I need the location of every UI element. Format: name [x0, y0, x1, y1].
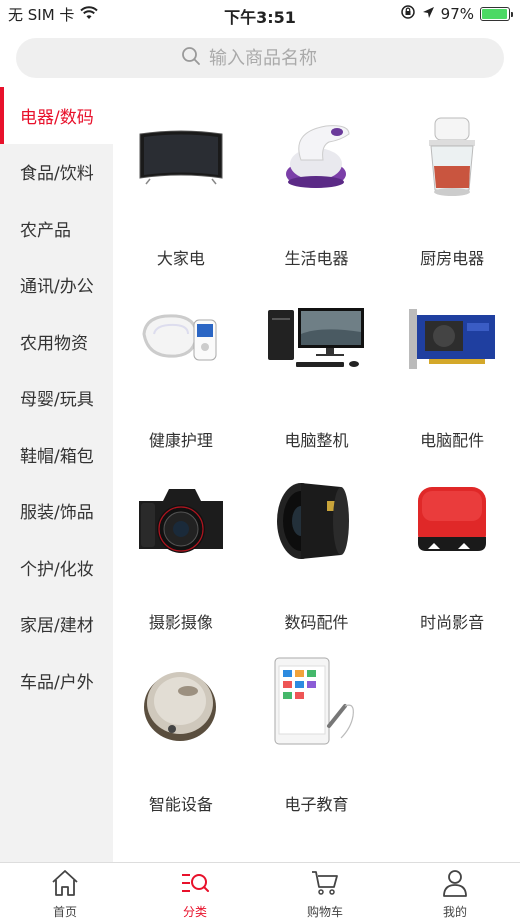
grid-item-e-learning[interactable]: 电子教育: [249, 633, 385, 815]
category-sidebar: 电器/数码 食品/饮料 农产品 通讯/办公 农用物资 母婴/玩具 鞋帽/箱包 服…: [0, 87, 113, 862]
graphics-card-icon: [402, 289, 502, 389]
search-bar[interactable]: [16, 38, 504, 78]
tab-home[interactable]: 首页: [0, 863, 130, 924]
battery-icon: [480, 7, 513, 21]
bottom-tab-bar: 首页 分类 购物车 我的: [0, 862, 520, 924]
search-icon: [181, 46, 201, 71]
user-icon: [440, 868, 470, 901]
cart-icon: [310, 868, 340, 901]
sidebar-item-agri-products[interactable]: 农产品: [0, 200, 113, 257]
grid-item-label: 数码配件: [284, 613, 349, 632]
grid-item-label: 厨房电器: [420, 249, 485, 268]
subcategory-grid: 大家电 生活电器 厨房电器 健康护理 电脑整机 电脑配件 摄影摄像 数码配件 时…: [113, 87, 520, 862]
sidebar-item-personal-care[interactable]: 个护/化妆: [0, 539, 113, 596]
grid-item-health-care[interactable]: 健康护理: [113, 269, 249, 451]
sidebar-item-home[interactable]: 家居/建材: [0, 596, 113, 653]
speaker-icon: [402, 471, 502, 571]
grid-item-smart-devices[interactable]: 智能设备: [113, 633, 249, 815]
home-icon: [50, 868, 80, 901]
sidebar-item-electronics[interactable]: 电器/数码: [0, 87, 113, 144]
grid-item-digital-accessories[interactable]: 数码配件: [249, 451, 385, 633]
grid-item-label: 电子教育: [284, 795, 349, 814]
search-input[interactable]: [209, 47, 339, 69]
grid-item-label: 生活电器: [284, 249, 349, 268]
category-icon: [180, 868, 210, 901]
sidebar-item-apparel[interactable]: 服装/饰品: [0, 483, 113, 540]
grid-item-label: 健康护理: [148, 431, 213, 450]
status-bar: 无 SIM 卡 下午3:51 97%: [0, 0, 520, 28]
tab-category[interactable]: 分类: [130, 863, 260, 924]
grid-item-desktop-pcs[interactable]: 电脑整机: [249, 269, 385, 451]
grid-item-pc-parts[interactable]: 电脑配件: [384, 269, 520, 451]
grid-item-kitchen-appliances[interactable]: 厨房电器: [384, 87, 520, 269]
grid-item-fashion-audio[interactable]: 时尚影音: [384, 451, 520, 633]
learning-tablet-icon: [266, 653, 366, 753]
sidebar-item-office[interactable]: 通讯/办公: [0, 257, 113, 314]
neck-massager-icon: [131, 289, 231, 389]
grid-item-label: 时尚影音: [420, 613, 485, 632]
location-arrow-icon: [422, 5, 435, 23]
desktop-computer-icon: [266, 289, 366, 389]
camera-icon: [131, 471, 231, 571]
lens-icon: [266, 471, 366, 571]
sidebar-item-baby-toys[interactable]: 母婴/玩具: [0, 370, 113, 427]
grid-item-label: 电脑整机: [284, 431, 349, 450]
battery-fill: [482, 9, 508, 19]
sidebar-item-auto-outdoor[interactable]: 车品/户外: [0, 652, 113, 709]
grid-item-label: 智能设备: [148, 795, 213, 814]
sidebar-item-food[interactable]: 食品/饮料: [0, 144, 113, 201]
tab-me[interactable]: 我的: [390, 863, 520, 924]
grid-item-label: 大家电: [156, 249, 205, 268]
sidebar-item-agri-supplies[interactable]: 农用物资: [0, 313, 113, 370]
robot-vacuum-icon: [131, 653, 231, 753]
grid-item-cameras[interactable]: 摄影摄像: [113, 451, 249, 633]
grid-item-home-appliances[interactable]: 生活电器: [249, 87, 385, 269]
battery-percent: 97%: [440, 5, 474, 23]
grid-item-major-appliances[interactable]: 大家电: [113, 87, 249, 269]
tab-cart[interactable]: 购物车: [260, 863, 390, 924]
tv-icon: [131, 107, 231, 207]
grid-item-label: 电脑配件: [420, 431, 485, 450]
sidebar-item-shoes-bags[interactable]: 鞋帽/箱包: [0, 426, 113, 483]
orientation-lock-icon: [400, 4, 416, 24]
lint-remover-icon: [266, 107, 366, 207]
food-chopper-icon: [402, 107, 502, 207]
grid-item-label: 摄影摄像: [148, 613, 213, 632]
